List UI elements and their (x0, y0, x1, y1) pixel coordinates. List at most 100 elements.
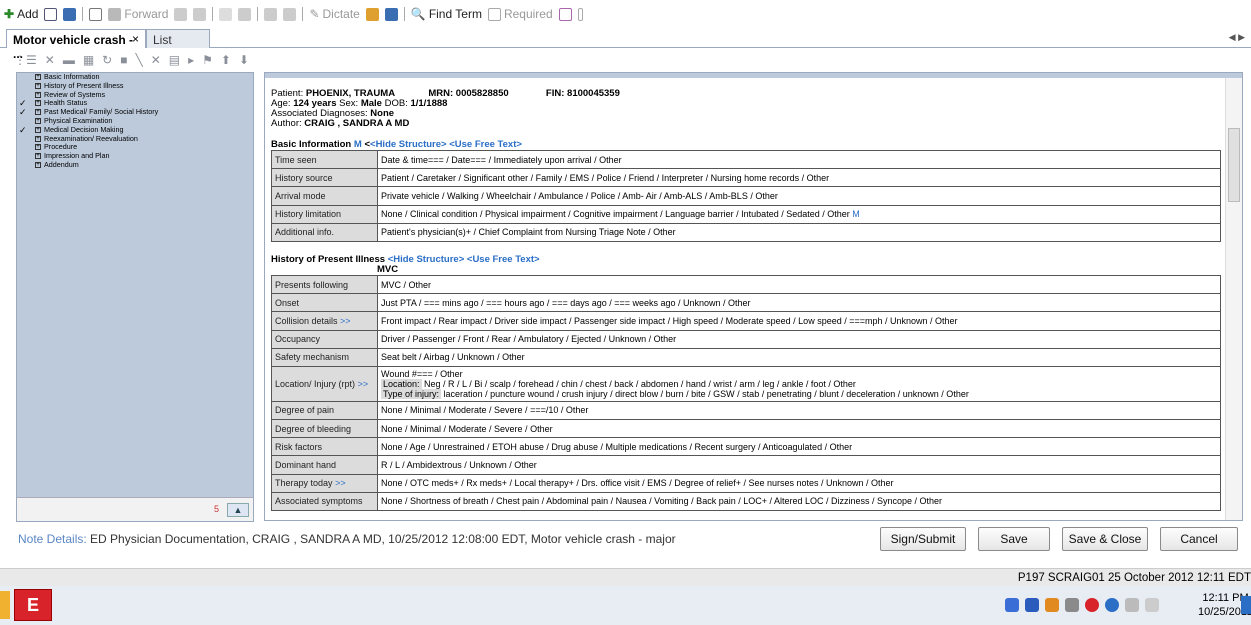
expand-icon[interactable]: + (35, 126, 41, 133)
row-options[interactable]: Driver / Passenger / Front / Rear / Ambu… (377, 329, 1221, 349)
row-label[interactable]: History limitation (271, 204, 378, 224)
tray-alert-icon[interactable] (1085, 598, 1099, 612)
row-options[interactable]: Private vehicle / Walking / Wheelchair /… (377, 186, 1221, 206)
row-label[interactable]: Presents following (271, 274, 378, 295)
tray-shield-icon[interactable] (1065, 598, 1079, 612)
list-icon[interactable] (558, 7, 572, 21)
dictate-button[interactable]: ✎ Dictate (309, 7, 359, 21)
row-options[interactable]: None / Shortness of breath / Chest pain … (377, 491, 1221, 512)
row-options[interactable]: None / Clinical condition / Physical imp… (377, 204, 1221, 224)
cancel-button[interactable]: Cancel (1160, 527, 1238, 551)
copy-icon[interactable] (283, 7, 297, 21)
fraction-icon[interactable] (219, 7, 233, 21)
powerchart-app-icon[interactable]: E (14, 589, 52, 621)
expand-more-link[interactable]: >> (340, 316, 351, 326)
row-options[interactable]: Patient's physician(s)+ / Chief Complain… (377, 222, 1221, 242)
expand-icon[interactable]: + (35, 74, 41, 81)
tray-display-icon[interactable] (1125, 598, 1139, 612)
sign-submit-button[interactable]: Sign/Submit (880, 527, 966, 551)
find-term-button[interactable]: 🔍 Find Term (411, 7, 482, 21)
bar-icon[interactable] (577, 7, 583, 21)
row-options[interactable]: None / Age / Unrestrained / ETOH abuse /… (377, 437, 1221, 457)
row-options[interactable]: None / Minimal / Moderate / Severe / ===… (377, 400, 1221, 421)
refresh-icon[interactable]: ↻ (102, 53, 112, 67)
page-icon[interactable]: ▤ (169, 53, 180, 67)
tray-office-icon[interactable] (1045, 598, 1059, 612)
row-label[interactable]: Therapy today >> (271, 473, 378, 493)
wrench-icon[interactable] (365, 7, 379, 21)
expand-more-link[interactable]: >> (358, 379, 369, 389)
row-label[interactable]: Onset (271, 293, 378, 313)
taskbar-app-icon[interactable] (0, 591, 10, 619)
m-link[interactable]: M (852, 209, 860, 219)
tab-list[interactable]: List (146, 29, 210, 48)
tray-update-icon[interactable] (1105, 598, 1119, 612)
scrollbar-thumb[interactable] (1228, 128, 1240, 202)
close-icon[interactable]: × (132, 32, 139, 46)
row-label[interactable]: Arrival mode (271, 186, 378, 206)
clear-icon[interactable]: ✕ (151, 53, 161, 67)
delete-icon[interactable]: ✕ (45, 53, 55, 67)
row-label[interactable]: Collision details >> (271, 311, 378, 331)
pin-icon[interactable] (193, 7, 207, 21)
row-options[interactable]: Seat belt / Airbag / Unknown / Other (377, 347, 1221, 367)
row-options[interactable]: None / Minimal / Moderate / Severe / Oth… (377, 419, 1221, 439)
expand-icon[interactable]: + (35, 162, 41, 169)
row-label[interactable]: Time seen (271, 149, 378, 170)
expand-icon[interactable]: + (35, 82, 41, 89)
insert-icon[interactable]: ▬ (63, 53, 75, 67)
save-button[interactable]: Save (978, 527, 1050, 551)
block-icon[interactable]: ■ (120, 53, 127, 67)
row-options[interactable]: Front impact / Rear impact / Driver side… (377, 311, 1221, 331)
tab-scroll-arrows-icon[interactable]: ◀ ▶ (1229, 32, 1245, 43)
row-label[interactable]: Location/ Injury (rpt) >> (271, 365, 378, 402)
row-label[interactable]: Associated symptoms (271, 491, 378, 512)
tray-app-icon[interactable] (1025, 598, 1039, 612)
document-scrollbar[interactable] (1225, 78, 1242, 520)
expand-icon[interactable]: + (35, 109, 41, 116)
hpi-hide-structure-link[interactable]: <Hide Structure> (388, 254, 465, 265)
screen-icon[interactable] (44, 7, 58, 21)
image-icon[interactable] (384, 7, 398, 21)
table-icon[interactable]: ▦ (83, 53, 94, 67)
tree-item[interactable]: + Addendum (17, 160, 253, 170)
basic-hide-structure-link[interactable]: <Hide Structure> (370, 139, 447, 150)
row-options[interactable]: Date & time=== / Date=== / Immediately u… (377, 149, 1221, 170)
pages-icon[interactable] (264, 7, 278, 21)
book-icon[interactable] (238, 7, 252, 21)
row-options[interactable]: R / L / Ambidextrous / Unknown / Other (377, 455, 1221, 475)
tray-network-icon[interactable] (1005, 598, 1019, 612)
forward-button[interactable]: Forward (108, 7, 168, 21)
expand-more-link[interactable]: >> (335, 478, 346, 488)
expand-icon[interactable]: + (35, 118, 41, 125)
show-desktop-button[interactable] (1241, 596, 1251, 614)
hpi-use-free-text-link[interactable]: <Use Free Text> (467, 254, 540, 265)
down-icon[interactable]: ⬇ (239, 53, 249, 67)
row-label[interactable]: Additional info. (271, 222, 378, 242)
row-label[interactable]: Dominant hand (271, 455, 378, 475)
row-options[interactable]: Wound #=== / Other Location: Neg / R / L … (377, 365, 1221, 402)
required-button[interactable]: Required (487, 7, 553, 21)
format-icon[interactable]: ⋮☰ (14, 53, 37, 67)
row-label[interactable]: Safety mechanism (271, 347, 378, 367)
row-options[interactable]: None / OTC meds+ / Rx meds+ / Local ther… (377, 473, 1221, 493)
flag-icon[interactable]: ⚑ (202, 53, 213, 67)
save-close-button[interactable]: Save & Close (1062, 527, 1148, 551)
row-label[interactable]: History source (271, 168, 378, 188)
tab-motor-vehicle-crash[interactable]: Motor vehicle crash - ... × (6, 29, 146, 61)
row-label[interactable]: Risk factors (271, 437, 378, 457)
row-options[interactable]: MVC / Other (377, 274, 1221, 295)
next-icon[interactable]: ▸ (188, 53, 194, 67)
scroll-up-button[interactable]: ▲ (227, 503, 249, 517)
row-options[interactable]: Just PTA / === mins ago / === hours ago … (377, 293, 1221, 313)
save-icon[interactable] (63, 7, 77, 21)
up-icon[interactable]: ⬆ (221, 53, 231, 67)
basic-use-free-text-link[interactable]: <Use Free Text> (449, 139, 522, 150)
edit-icon[interactable] (89, 7, 103, 21)
row-label[interactable]: Occupancy (271, 329, 378, 349)
basic-m-link[interactable]: M (354, 139, 362, 150)
row-label[interactable]: Degree of bleeding (271, 419, 378, 439)
expand-icon[interactable]: + (35, 91, 41, 98)
expand-icon[interactable]: + (35, 153, 41, 160)
expand-icon[interactable]: + (35, 100, 41, 107)
